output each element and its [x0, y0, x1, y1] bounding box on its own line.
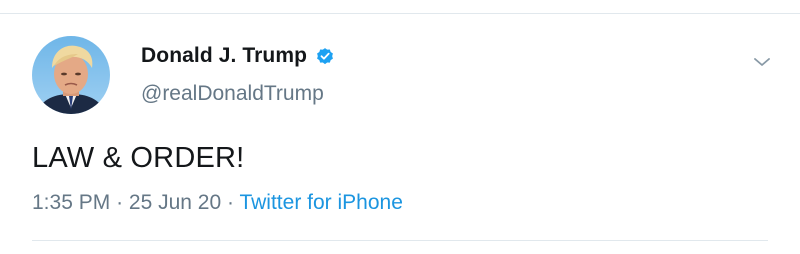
- chevron-down-icon[interactable]: [752, 52, 772, 72]
- author-name-row: Donald J. Trump: [141, 44, 335, 68]
- tweet-date[interactable]: 25 Jun 20: [129, 191, 221, 214]
- tweet-text: LAW & ORDER!: [32, 142, 245, 174]
- tweet-meta: 1:35 PM · 25 Jun 20 · Twitter for iPhone: [32, 191, 403, 215]
- author-avatar[interactable]: [32, 36, 110, 114]
- meta-separator: ·: [116, 191, 124, 214]
- author-handle[interactable]: @realDonaldTrump: [141, 82, 324, 106]
- tweet-time[interactable]: 1:35 PM: [32, 191, 110, 214]
- tweet-source-link[interactable]: Twitter for iPhone: [239, 191, 402, 214]
- meta-separator: ·: [227, 191, 234, 214]
- top-divider: [0, 13, 800, 14]
- verified-badge-icon: [315, 46, 335, 66]
- bottom-divider: [32, 240, 768, 241]
- author-display-name[interactable]: Donald J. Trump: [141, 44, 307, 68]
- avatar-photo-icon: [32, 36, 110, 114]
